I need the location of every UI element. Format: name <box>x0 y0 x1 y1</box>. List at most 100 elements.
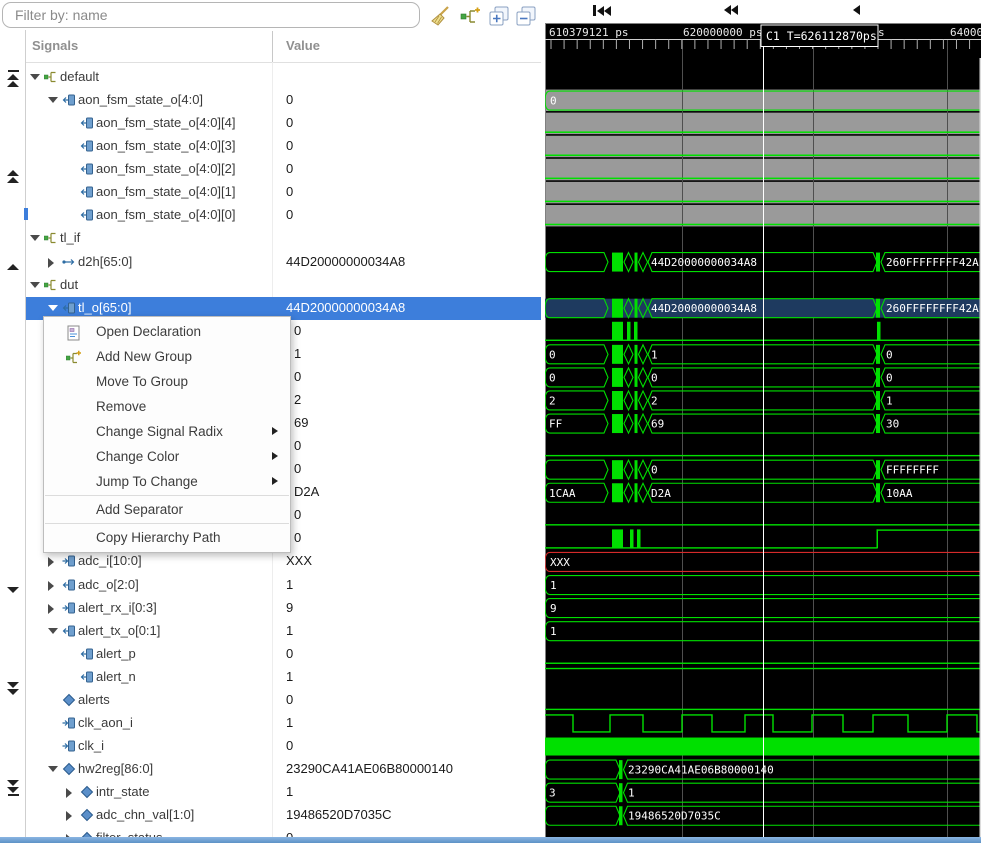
collapse-expander-icon[interactable] <box>48 97 58 103</box>
signal-row[interactable]: aon_fsm_state_o[4:0][1]0 <box>26 181 541 204</box>
bus-value-label: 3 <box>549 787 556 800</box>
jump-last-signal-button[interactable] <box>5 779 21 797</box>
horizontal-scrollbar[interactable] <box>0 837 981 843</box>
bus-busy-block <box>612 299 623 318</box>
menu-item-open-declaration[interactable]: Open Declaration <box>44 319 290 344</box>
signal-row[interactable]: hw2reg[86:0]23290CA41AE06B80000140 <box>26 758 541 781</box>
submenu-arrow-icon <box>272 477 278 485</box>
page-down-button[interactable] <box>5 681 21 695</box>
bus-value-label: 0 <box>886 371 893 384</box>
signal-row[interactable]: aon_fsm_state_o[4:0][4]0 <box>26 112 541 135</box>
signal-value: 1 <box>286 715 293 730</box>
sig-out-icon <box>80 647 94 661</box>
menu-item-move-to-group[interactable]: Move To Group <box>44 369 290 394</box>
signal-name: adc_o[2:0] <box>78 577 139 592</box>
signal-row[interactable]: alert_rx_i[0:3]9 <box>26 597 541 620</box>
signal-name: aon_fsm_state_o[4:0] <box>78 92 203 107</box>
signal-row[interactable]: aon_fsm_state_o[4:0][2]0 <box>26 158 541 181</box>
bus-transition-bar <box>635 483 638 502</box>
bus-busy-block <box>612 253 623 272</box>
signal-name: aon_fsm_state_o[4:0][0] <box>96 207 235 222</box>
signal-value: 0 <box>294 323 301 338</box>
bus-value-label: FF <box>549 418 562 431</box>
sig-out-icon <box>80 116 94 130</box>
collapse-expander-icon[interactable] <box>30 74 40 80</box>
signal-row[interactable]: adc_chn_val[1:0]19486520D7035C <box>26 804 541 827</box>
signal-row[interactable]: adc_o[2:0]1 <box>26 574 541 597</box>
collapse-expander-icon[interactable] <box>30 282 40 288</box>
jump-first-signal-button[interactable] <box>5 69 21 87</box>
signal-value: 44D20000000034A8 <box>286 254 405 269</box>
signal-value: 1 <box>294 346 301 361</box>
signal-row[interactable]: aon_fsm_state_o[4:0]0 <box>26 89 541 112</box>
submenu-arrow-icon <box>272 427 278 435</box>
signal-value: 0 <box>286 207 293 222</box>
fast-backward-button[interactable] <box>724 5 738 15</box>
signal-name: tl_o[65:0] <box>78 300 132 315</box>
bus-value-label: 0 <box>549 348 556 361</box>
sig-in-icon <box>62 716 76 730</box>
menu-item-remove[interactable]: Remove <box>44 394 290 419</box>
diamond-icon <box>62 693 76 707</box>
signal-row[interactable]: clk_i0 <box>26 735 541 758</box>
menu-separator <box>45 523 289 524</box>
menu-item-add-separator[interactable]: Add Separator <box>44 497 290 522</box>
signal-pulse <box>627 322 631 341</box>
signal-busy-block <box>612 529 623 548</box>
menu-item-jump-to-change[interactable]: Jump To Change <box>44 469 290 494</box>
expand-expander-icon[interactable] <box>66 811 72 821</box>
bus-transition-bar <box>876 483 880 502</box>
collapse-expander-icon[interactable] <box>48 305 58 311</box>
signal-row[interactable]: adc_i[10:0]XXX <box>26 550 541 573</box>
step-backward-button[interactable] <box>853 5 860 15</box>
menu-item-copy-hierarchy-path[interactable]: Copy Hierarchy Path <box>44 525 290 550</box>
collapse-expander-icon[interactable] <box>48 766 58 772</box>
signal-row[interactable]: alert_tx_o[0:1]1 <box>26 620 541 643</box>
signal-row[interactable]: alert_p0 <box>26 643 541 666</box>
bus-value-label: FFFFFFFF <box>886 464 939 477</box>
signal-rise-edge <box>877 529 879 548</box>
signal-name: tl_if <box>60 230 80 245</box>
signal-name: alert_rx_i[0:3] <box>78 600 157 615</box>
diamond-icon <box>80 785 94 799</box>
bus-value-label: 44D20000000034A8 <box>651 256 757 269</box>
scroll-up-button[interactable] <box>5 263 21 270</box>
menu-item-label: Add New Group <box>96 344 192 369</box>
triangle-up-glyph <box>7 264 19 270</box>
signal-row[interactable]: aon_fsm_state_o[4:0][0] 0 <box>26 204 541 227</box>
expand-expander-icon[interactable] <box>48 581 54 591</box>
signal-row[interactable]: default <box>26 66 541 89</box>
menu-item-change-signal-radix[interactable]: Change Signal Radix <box>44 419 290 444</box>
collapse-expander-icon[interactable] <box>48 628 58 634</box>
bar-glyph <box>593 5 596 16</box>
bus-segment <box>545 299 608 318</box>
collapse-expander-icon[interactable] <box>30 235 40 241</box>
signal-name: alert_tx_o[0:1] <box>78 623 160 638</box>
bus-busy-block <box>612 460 623 479</box>
signal-value: 44D20000000034A8 <box>286 300 405 315</box>
signal-name: aon_fsm_state_o[4:0][3] <box>96 138 235 153</box>
signal-row[interactable]: aon_fsm_state_o[4:0][3]0 <box>26 135 541 158</box>
menu-item-label: Jump To Change <box>96 469 198 494</box>
page-up-button[interactable] <box>5 169 21 183</box>
menu-item-change-color[interactable]: Change Color <box>44 444 290 469</box>
signal-row[interactable]: dut <box>26 274 541 297</box>
expand-expander-icon[interactable] <box>66 788 72 798</box>
signal-row[interactable]: intr_state1 <box>26 781 541 804</box>
expand-expander-icon[interactable] <box>48 258 54 268</box>
signal-row[interactable]: tl_if <box>26 227 541 250</box>
signal-row[interactable]: clk_aon_i1 <box>26 712 541 735</box>
jump-to-start-button[interactable] <box>593 5 611 16</box>
signal-row[interactable]: alerts0 <box>26 689 541 712</box>
menu-item-add-new-group[interactable]: Add New Group <box>44 344 290 369</box>
triangle-left-glyph <box>724 5 731 15</box>
signal-name: dut <box>60 277 78 292</box>
expand-expander-icon[interactable] <box>48 604 54 614</box>
scroll-down-button[interactable] <box>5 586 21 593</box>
signal-row[interactable]: alert_n1 <box>26 666 541 689</box>
sig-in-icon <box>62 601 76 615</box>
waveform-canvas[interactable]: 610379121 ps620000000 pss640000044D20000… <box>545 23 981 843</box>
expand-expander-icon[interactable] <box>48 557 54 567</box>
signal-row[interactable]: d2h[65:0]44D20000000034A8 <box>26 251 541 274</box>
bus-transition-bar <box>876 299 880 318</box>
